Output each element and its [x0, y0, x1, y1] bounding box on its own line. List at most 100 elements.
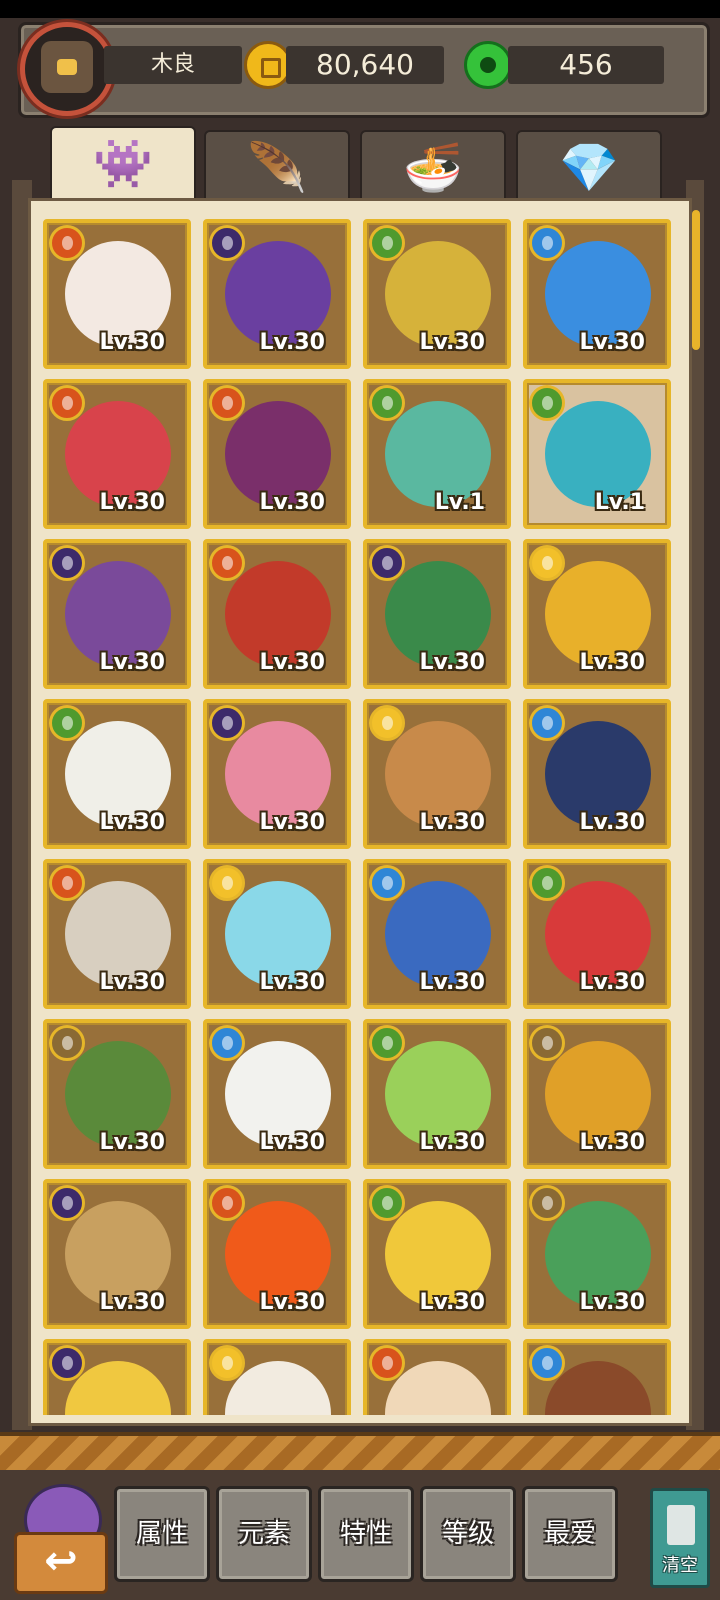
element-fire-icon [209, 545, 245, 581]
element-fire-icon [49, 225, 85, 261]
collection-card[interactable] [203, 1339, 351, 1415]
collection-card[interactable]: Lv.30 [523, 539, 671, 689]
collection-card[interactable]: Lv.30 [43, 219, 191, 369]
filter-button-1[interactable]: 属性 [114, 1486, 210, 1582]
element-fire-icon [49, 865, 85, 901]
card-level: Lv.30 [419, 810, 485, 835]
collection-card[interactable]: Lv.1 [523, 379, 671, 529]
gem-icon [464, 41, 512, 89]
collection-card[interactable]: Lv.30 [523, 219, 671, 369]
status-bar [0, 0, 720, 18]
peacock-feather-icon: 🪶 [247, 140, 307, 196]
card-level: Lv.30 [259, 490, 325, 515]
collection-card[interactable] [523, 1339, 671, 1415]
collection-card[interactable]: Lv.30 [203, 1179, 351, 1329]
tab-3[interactable]: 🍜 [360, 130, 506, 204]
element-fire-icon [209, 1185, 245, 1221]
card-level: Lv.30 [259, 1290, 325, 1315]
collection-card[interactable]: Lv.30 [363, 539, 511, 689]
collection-card[interactable]: Lv.30 [43, 1179, 191, 1329]
collection-card[interactable]: Lv.30 [203, 219, 351, 369]
collection-card[interactable]: Lv.30 [363, 859, 511, 1009]
clear-button[interactable]: 清空 [650, 1488, 710, 1588]
card-level: Lv.30 [99, 330, 165, 355]
card-level: Lv.30 [579, 330, 645, 355]
card-level: Lv.30 [419, 1130, 485, 1155]
card-level: Lv.30 [99, 650, 165, 675]
card-level: Lv.30 [579, 650, 645, 675]
element-fire-icon [49, 385, 85, 421]
element-fire-icon [209, 385, 245, 421]
collection-card[interactable]: Lv.30 [203, 539, 351, 689]
collection-panel: Lv.30 Lv.30 Lv.30 Lv.30 Lv.30 Lv.30 Lv.1 Lv.1 Lv… [28, 198, 692, 1426]
collection-card[interactable]: Lv.1 [363, 379, 511, 529]
collection-card[interactable]: Lv.30 [43, 859, 191, 1009]
card-level: Lv.1 [434, 490, 485, 515]
collection-card[interactable]: Lv.30 [43, 1019, 191, 1169]
collection-card[interactable]: Lv.30 [363, 219, 511, 369]
filter-button-5[interactable]: 最爱 [522, 1486, 618, 1582]
scrollbar[interactable] [692, 210, 700, 350]
tab-2[interactable]: 🪶 [204, 130, 350, 204]
collection-card[interactable]: Lv.30 [363, 1179, 511, 1329]
player-avatar[interactable] [20, 22, 114, 116]
back-arrow-icon: ↩ [14, 1532, 108, 1594]
filter-button-4[interactable]: 等级 [420, 1486, 516, 1582]
element-sun-icon [529, 545, 565, 581]
coin-icon [244, 41, 292, 89]
element-sun-icon [209, 1345, 245, 1381]
card-level: Lv.30 [419, 330, 485, 355]
collection-card[interactable]: Lv.30 [523, 859, 671, 1009]
card-level: Lv.30 [259, 810, 325, 835]
collection-card[interactable]: Lv.30 [43, 699, 191, 849]
collection-card[interactable]: Lv.30 [43, 539, 191, 689]
filter-button-2[interactable]: 元素 [216, 1486, 312, 1582]
element-leaf-icon [49, 705, 85, 741]
player-name: 木良 [104, 46, 242, 84]
collection-card[interactable] [43, 1339, 191, 1415]
element-dark-icon [209, 705, 245, 741]
element-water-icon [529, 225, 565, 261]
element-dark-icon [369, 545, 405, 581]
collection-card[interactable]: Lv.30 [523, 1179, 671, 1329]
element-leaf-icon [529, 385, 565, 421]
element-fire-icon [369, 1345, 405, 1381]
card-level: Lv.30 [99, 1290, 165, 1315]
card-level: Lv.30 [579, 970, 645, 995]
collection-card[interactable]: Lv.30 [363, 699, 511, 849]
element-dark-icon [209, 225, 245, 261]
card-level: Lv.30 [99, 490, 165, 515]
collection-card[interactable]: Lv.30 [203, 1019, 351, 1169]
collection-card[interactable]: Lv.30 [363, 1019, 511, 1169]
element-leaf-icon [369, 1025, 405, 1061]
element-water-icon [529, 705, 565, 741]
collection-card[interactable]: Lv.30 [523, 1019, 671, 1169]
crystal-icon: 💎 [559, 140, 619, 196]
avatar-icon [41, 41, 93, 93]
element-dark-icon [49, 545, 85, 581]
tab-4[interactable]: 💎 [516, 130, 662, 204]
card-level: Lv.30 [259, 650, 325, 675]
card-level: Lv.30 [259, 1130, 325, 1155]
clear-button-label: 清空 [662, 1555, 698, 1576]
card-level: Lv.30 [99, 810, 165, 835]
card-level: Lv.1 [594, 490, 645, 515]
card-level: Lv.30 [579, 1130, 645, 1155]
card-level: Lv.30 [419, 650, 485, 675]
card-level: Lv.30 [579, 1290, 645, 1315]
card-level: Lv.30 [99, 970, 165, 995]
collection-scroll-area[interactable]: Lv.30 Lv.30 Lv.30 Lv.30 Lv.30 Lv.30 Lv.1 Lv.1 Lv… [43, 219, 671, 1415]
filter-button-3[interactable]: 特性 [318, 1486, 414, 1582]
collection-card[interactable]: Lv.30 [203, 859, 351, 1009]
element-sun-icon [369, 705, 405, 741]
element-dark-icon [49, 1185, 85, 1221]
back-button[interactable]: ↩ [10, 1484, 108, 1594]
collection-card[interactable]: Lv.30 [203, 699, 351, 849]
collection-card[interactable]: Lv.30 [43, 379, 191, 529]
card-level: Lv.30 [259, 330, 325, 355]
collection-card[interactable]: Lv.30 [203, 379, 351, 529]
element-earth-icon [49, 1025, 85, 1061]
collection-card[interactable] [363, 1339, 511, 1415]
element-water-icon [209, 1025, 245, 1061]
collection-card[interactable]: Lv.30 [523, 699, 671, 849]
